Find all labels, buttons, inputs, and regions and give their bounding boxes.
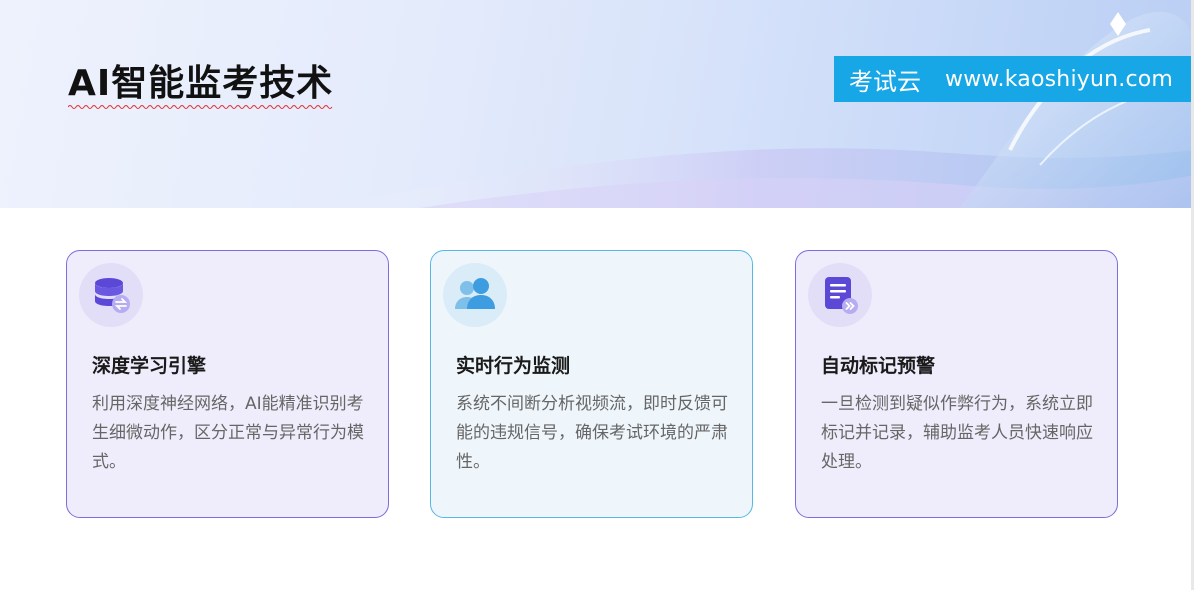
page-title: AI智能监考技术 (68, 60, 333, 109)
feature-card-auto-alert: 自动标记预警 一旦检测到疑似作弊行为，系统立即标记并记录，辅助监考人员快速响应处… (795, 250, 1118, 518)
feature-card-realtime-monitoring: 实时行为监测 系统不间断分析视频流，即时反馈可能的违规信号，确保考试环境的严肃性… (430, 250, 753, 518)
feature-card-deep-learning: 深度学习引擎 利用深度神经网络，AI能精准识别考生细微动作，区分正常与异常行为模… (66, 250, 389, 518)
card-title: 自动标记预警 (821, 355, 936, 377)
card-title: 深度学习引擎 (92, 355, 207, 377)
spellcheck-underline (68, 105, 333, 109)
brand-banner[interactable]: 考试云 www.kaoshiyun.com (834, 56, 1194, 102)
database-sync-icon (79, 263, 143, 327)
card-title: 实时行为监测 (456, 355, 571, 377)
card-description: 系统不间断分析视频流，即时反馈可能的违规信号，确保考试环境的严肃性。 (456, 394, 728, 472)
document-forward-icon (808, 263, 872, 327)
card-description: 一旦检测到疑似作弊行为，系统立即标记并记录，辅助监考人员快速响应处理。 (821, 394, 1093, 472)
brand-url[interactable]: www.kaoshiyun.com (945, 67, 1173, 92)
users-icon (443, 263, 507, 327)
card-description: 利用深度神经网络，AI能精准识别考生细微动作，区分正常与异常行为模式。 (92, 394, 364, 472)
brand-name: 考试云 (849, 67, 921, 96)
